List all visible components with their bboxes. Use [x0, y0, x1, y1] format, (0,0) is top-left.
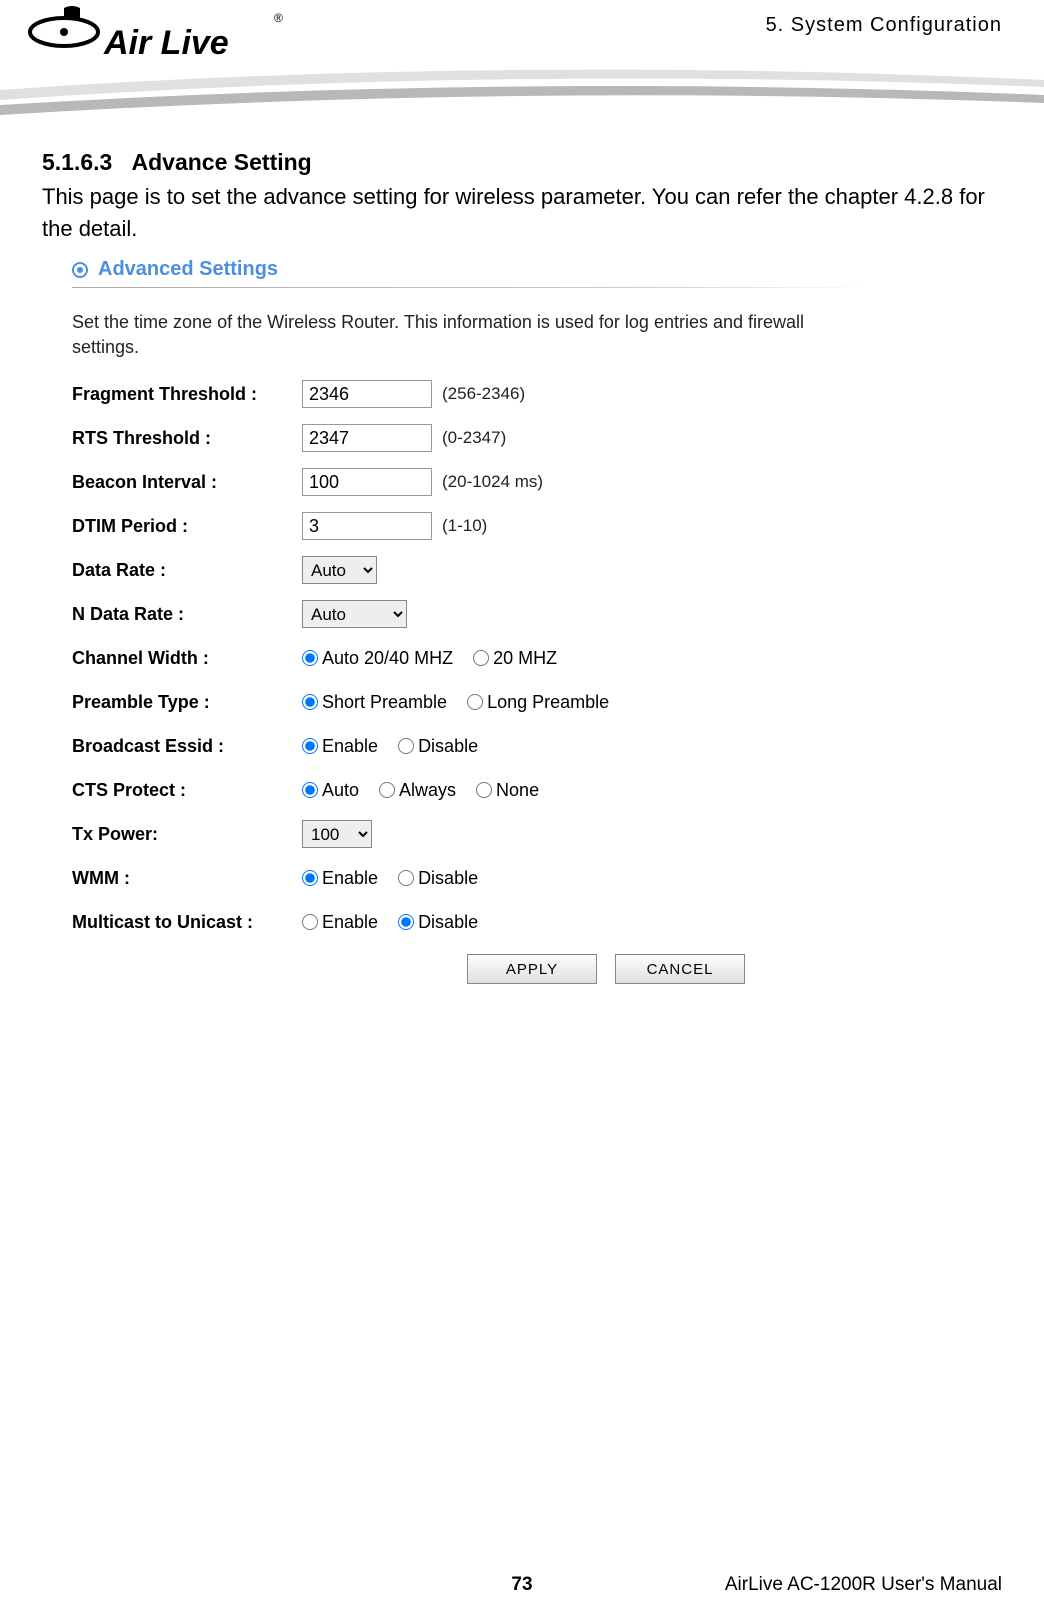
- cts-none-radio[interactable]: [476, 782, 492, 798]
- row-wmm: WMM : Enable Disable: [72, 856, 872, 900]
- cts-always-option[interactable]: Always: [379, 780, 456, 801]
- panel-title: Advanced Settings: [72, 258, 872, 281]
- section-title: Advance Setting: [132, 149, 312, 175]
- panel-rule: [72, 287, 872, 288]
- wmm-enable-option[interactable]: Enable: [302, 868, 378, 889]
- essid-enable-option[interactable]: Enable: [302, 736, 378, 757]
- header-chapter: 5. System Configuration: [766, 14, 1002, 37]
- essid-disable-label: Disable: [418, 736, 478, 757]
- svg-text:®: ®: [274, 11, 283, 25]
- label-fragment-threshold: Fragment Threshold :: [72, 384, 302, 405]
- multicast-enable-label: Enable: [322, 912, 378, 933]
- panel-description: Set the time zone of the Wireless Router…: [72, 310, 852, 360]
- essid-disable-radio[interactable]: [398, 738, 414, 754]
- row-tx-power: Tx Power: 100: [72, 812, 872, 856]
- preamble-short-label: Short Preamble: [322, 692, 447, 713]
- multicast-enable-option[interactable]: Enable: [302, 912, 378, 933]
- beacon-interval-hint: (20-1024 ms): [442, 472, 543, 492]
- row-multicast: Multicast to Unicast : Enable Disable: [72, 900, 872, 944]
- multicast-disable-radio[interactable]: [398, 914, 414, 930]
- label-data-rate: Data Rate :: [72, 560, 302, 581]
- wmm-enable-label: Enable: [322, 868, 378, 889]
- data-rate-select[interactable]: Auto: [302, 556, 377, 584]
- essid-disable-option[interactable]: Disable: [398, 736, 478, 757]
- multicast-enable-radio[interactable]: [302, 914, 318, 930]
- label-multicast: Multicast to Unicast :: [72, 912, 302, 933]
- cts-auto-option[interactable]: Auto: [302, 780, 359, 801]
- row-preamble-type: Preamble Type : Short Preamble Long Prea…: [72, 680, 872, 724]
- essid-enable-label: Enable: [322, 736, 378, 757]
- footer-manual-title: AirLive AC-1200R User's Manual: [725, 1574, 1002, 1596]
- wmm-enable-radio[interactable]: [302, 870, 318, 886]
- bullet-icon: [72, 262, 88, 278]
- footer-page-number: 73: [511, 1574, 532, 1596]
- apply-button[interactable]: APPLY: [467, 954, 597, 984]
- rts-threshold-hint: (0-2347): [442, 428, 506, 448]
- wmm-disable-option[interactable]: Disable: [398, 868, 478, 889]
- cts-auto-radio[interactable]: [302, 782, 318, 798]
- svg-text:Air Live: Air Live: [103, 24, 229, 62]
- row-rts-threshold: RTS Threshold : (0-2347): [72, 416, 872, 460]
- tx-power-select[interactable]: 100: [302, 820, 372, 848]
- row-channel-width: Channel Width : Auto 20/40 MHZ 20 MHZ: [72, 636, 872, 680]
- row-dtim-period: DTIM Period : (1-10): [72, 504, 872, 548]
- panel-title-text: Advanced Settings: [98, 258, 278, 281]
- label-n-data-rate: N Data Rate :: [72, 604, 302, 625]
- cancel-button[interactable]: CANCEL: [615, 954, 745, 984]
- label-broadcast-essid: Broadcast Essid :: [72, 736, 302, 757]
- fragment-threshold-input[interactable]: [302, 380, 432, 408]
- label-rts-threshold: RTS Threshold :: [72, 428, 302, 449]
- channel-width-auto-radio[interactable]: [302, 650, 318, 666]
- brand-logo: Air Live ®: [26, 2, 286, 72]
- preamble-short-radio[interactable]: [302, 694, 318, 710]
- label-beacon-interval: Beacon Interval :: [72, 472, 302, 493]
- label-tx-power: Tx Power:: [72, 824, 302, 845]
- label-wmm: WMM :: [72, 868, 302, 889]
- section-number: 5.1.6.3: [42, 149, 112, 175]
- n-data-rate-select[interactable]: Auto: [302, 600, 407, 628]
- preamble-long-label: Long Preamble: [487, 692, 609, 713]
- row-broadcast-essid: Broadcast Essid : Enable Disable: [72, 724, 872, 768]
- label-preamble-type: Preamble Type :: [72, 692, 302, 713]
- wmm-disable-label: Disable: [418, 868, 478, 889]
- preamble-long-option[interactable]: Long Preamble: [467, 692, 609, 713]
- label-cts-protect: CTS Protect :: [72, 780, 302, 801]
- channel-width-20-radio[interactable]: [473, 650, 489, 666]
- label-dtim-period: DTIM Period :: [72, 516, 302, 537]
- channel-width-auto-label: Auto 20/40 MHZ: [322, 648, 453, 669]
- cts-always-radio[interactable]: [379, 782, 395, 798]
- advanced-settings-panel: Advanced Settings Set the time zone of t…: [72, 258, 872, 984]
- preamble-long-radio[interactable]: [467, 694, 483, 710]
- row-n-data-rate: N Data Rate : Auto: [72, 592, 872, 636]
- row-cts-protect: CTS Protect : Auto Always None: [72, 768, 872, 812]
- dtim-period-hint: (1-10): [442, 516, 487, 536]
- beacon-interval-input[interactable]: [302, 468, 432, 496]
- cts-none-option[interactable]: None: [476, 780, 539, 801]
- wmm-disable-radio[interactable]: [398, 870, 414, 886]
- multicast-disable-label: Disable: [418, 912, 478, 933]
- airlive-logo-icon: Air Live ®: [26, 2, 286, 72]
- row-fragment-threshold: Fragment Threshold : (256-2346): [72, 372, 872, 416]
- preamble-short-option[interactable]: Short Preamble: [302, 692, 447, 713]
- section-heading: 5.1.6.3 Advance Setting: [42, 149, 312, 176]
- channel-width-20-option[interactable]: 20 MHZ: [473, 648, 557, 669]
- dtim-period-input[interactable]: [302, 512, 432, 540]
- section-body: This page is to set the advance setting …: [42, 181, 1002, 245]
- cts-auto-label: Auto: [322, 780, 359, 801]
- multicast-disable-option[interactable]: Disable: [398, 912, 478, 933]
- essid-enable-radio[interactable]: [302, 738, 318, 754]
- channel-width-20-label: 20 MHZ: [493, 648, 557, 669]
- row-beacon-interval: Beacon Interval : (20-1024 ms): [72, 460, 872, 504]
- button-row: APPLY CANCEL: [467, 954, 872, 984]
- cts-always-label: Always: [399, 780, 456, 801]
- channel-width-auto-option[interactable]: Auto 20/40 MHZ: [302, 648, 453, 669]
- label-channel-width: Channel Width :: [72, 648, 302, 669]
- rts-threshold-input[interactable]: [302, 424, 432, 452]
- cts-none-label: None: [496, 780, 539, 801]
- row-data-rate: Data Rate : Auto: [72, 548, 872, 592]
- fragment-threshold-hint: (256-2346): [442, 384, 525, 404]
